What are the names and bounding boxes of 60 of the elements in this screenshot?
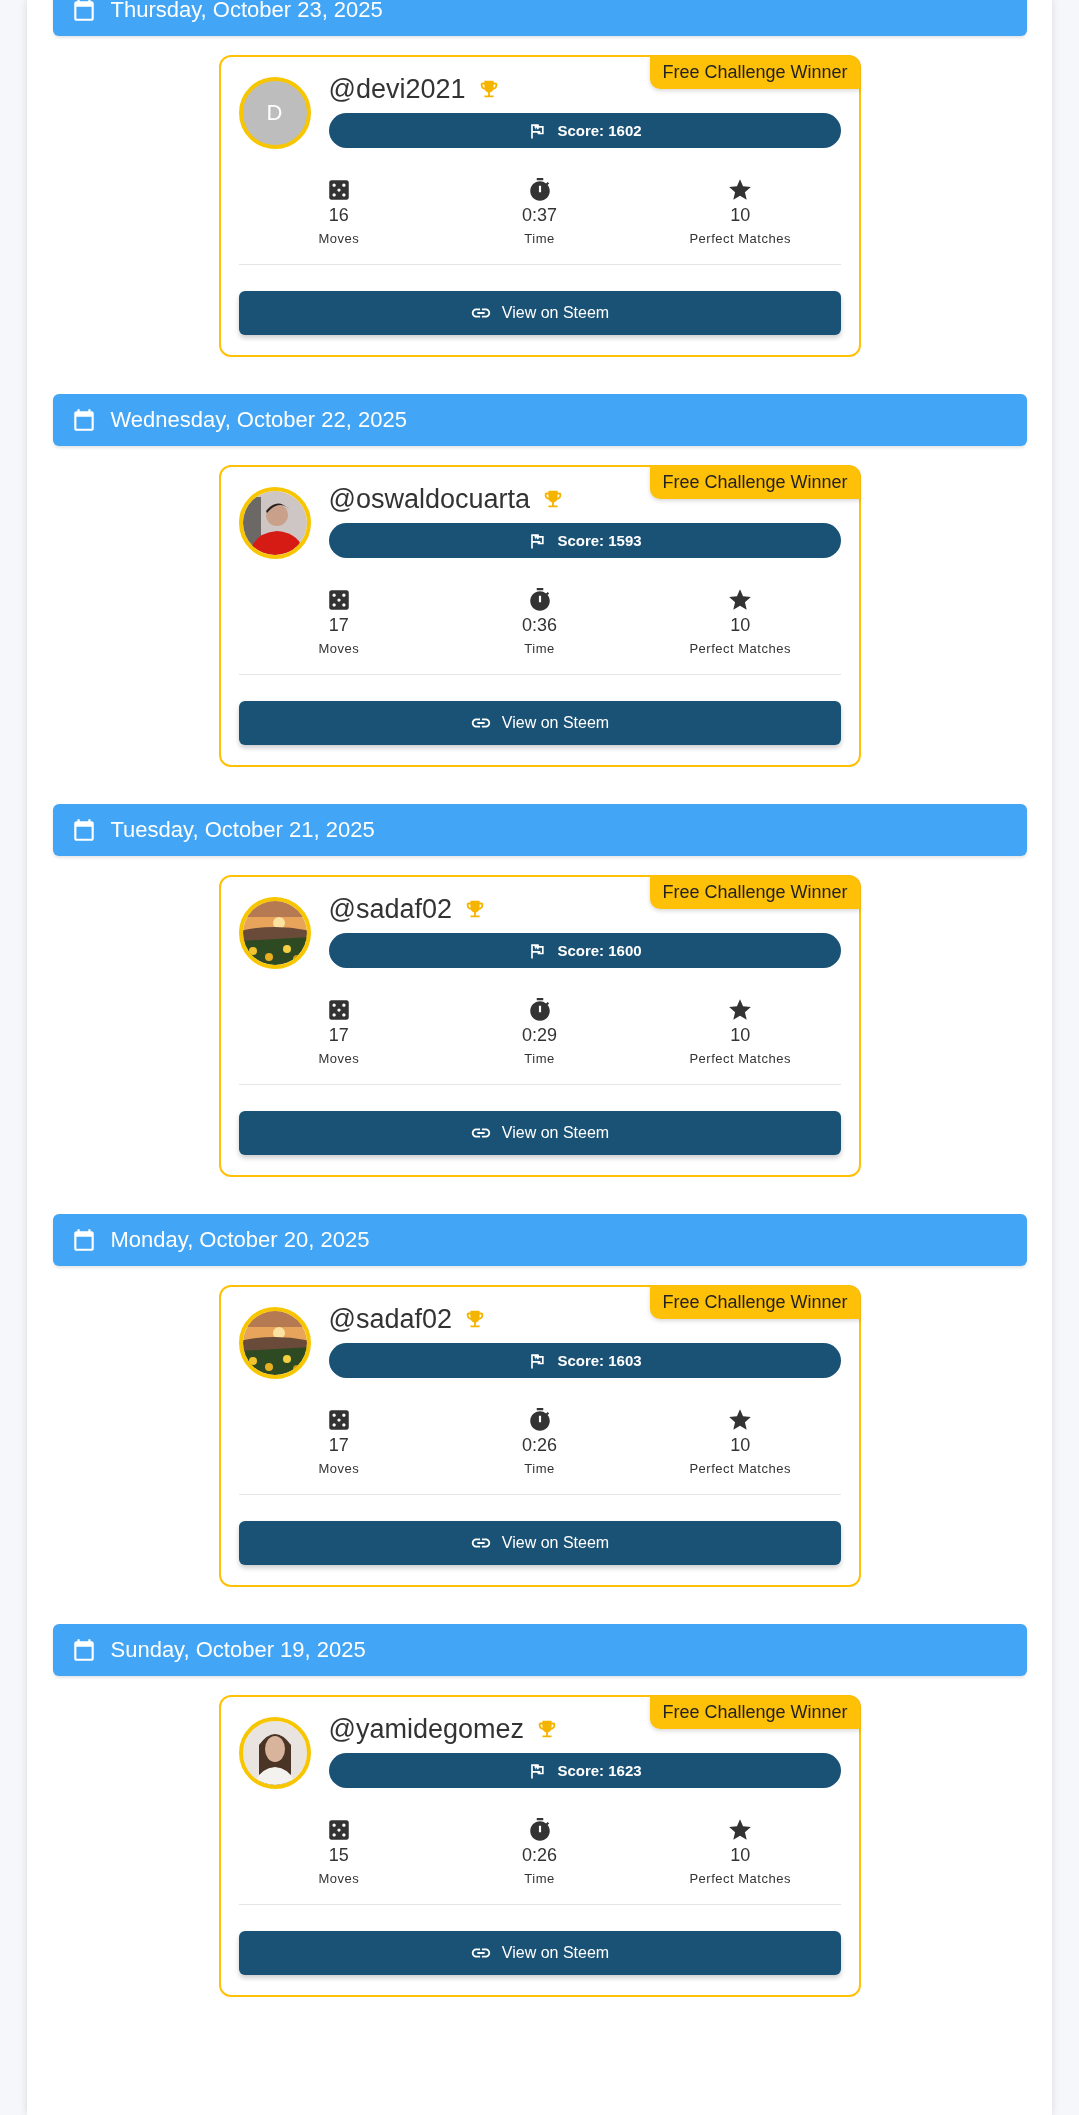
stat-value: 10 (730, 1845, 751, 1866)
score-text: Score: 1603 (557, 1352, 642, 1369)
view-on-steem-button[interactable]: View on Steem (238, 1931, 841, 1975)
score-text: Score: 1623 (557, 1762, 642, 1779)
trophy-icon (536, 1718, 558, 1740)
stat-value: 0:37 (522, 205, 558, 226)
stat-label: Perfect Matches (689, 1051, 791, 1066)
view-on-steem-button[interactable]: View on Steem (238, 291, 841, 335)
stat-value: 0:26 (522, 1845, 558, 1866)
stat-label: Perfect Matches (689, 1871, 791, 1886)
date-text: Thursday, October 23, 2025 (110, 0, 383, 23)
view-on-steem-button[interactable]: View on Steem (238, 1111, 841, 1155)
stat-value: 15 (328, 1845, 349, 1866)
username: @sadaf02 (328, 1303, 452, 1335)
stat-value: 17 (328, 1025, 349, 1046)
stat-value: 0:29 (522, 1025, 558, 1046)
trophy-icon (464, 1308, 486, 1330)
username: @yamidegomez (328, 1713, 524, 1745)
date-text: Monday, October 20, 2025 (110, 1227, 370, 1253)
stat-value: 10 (730, 615, 751, 636)
stat-value: 0:26 (522, 1435, 558, 1456)
view-on-steem-button[interactable]: View on Steem (238, 1521, 841, 1565)
stat-label: Moves (318, 641, 360, 656)
stat-value: 0:36 (522, 615, 558, 636)
stat-value: 16 (328, 205, 349, 226)
view-on-steem-button[interactable]: View on Steem (238, 701, 841, 745)
stat-label: Time (524, 1871, 555, 1886)
winner-badge: Free Challenge Winner (650, 56, 860, 89)
stat-value: 17 (328, 1435, 349, 1456)
winner-badge: Free Challenge Winner (650, 876, 860, 909)
trophy-icon (464, 898, 486, 920)
stat-label: Time (524, 231, 555, 246)
stat-value: 10 (730, 1025, 751, 1046)
stat-label: Moves (318, 1051, 360, 1066)
avatar: D (238, 77, 311, 149)
username: @sadaf02 (328, 893, 452, 925)
stat-label: Time (524, 1461, 555, 1476)
score-text: Score: 1602 (557, 122, 642, 139)
stat-value: 10 (730, 1435, 751, 1456)
score-text: Score: 1593 (557, 532, 642, 549)
date-text: Tuesday, October 21, 2025 (110, 817, 375, 843)
date-text: Wednesday, October 22, 2025 (110, 407, 407, 433)
stat-label: Time (524, 1051, 555, 1066)
stat-label: Moves (318, 1461, 360, 1476)
trophy-icon (542, 488, 564, 510)
date-text: Sunday, October 19, 2025 (110, 1637, 366, 1663)
stat-label: Perfect Matches (689, 641, 791, 656)
stat-label: Perfect Matches (689, 1461, 791, 1476)
stat-label: Time (524, 641, 555, 656)
winner-badge: Free Challenge Winner (650, 1286, 860, 1319)
stat-label: Perfect Matches (689, 231, 791, 246)
stat-label: Moves (318, 231, 360, 246)
username: @oswaldocuarta (328, 483, 530, 515)
stat-label: Moves (318, 1871, 360, 1886)
stat-value: 10 (730, 205, 751, 226)
score-text: Score: 1600 (557, 942, 642, 959)
username: @devi2021 (328, 73, 466, 105)
stat-value: 17 (328, 615, 349, 636)
winner-badge: Free Challenge Winner (650, 1696, 860, 1729)
winner-badge: Free Challenge Winner (650, 466, 860, 499)
